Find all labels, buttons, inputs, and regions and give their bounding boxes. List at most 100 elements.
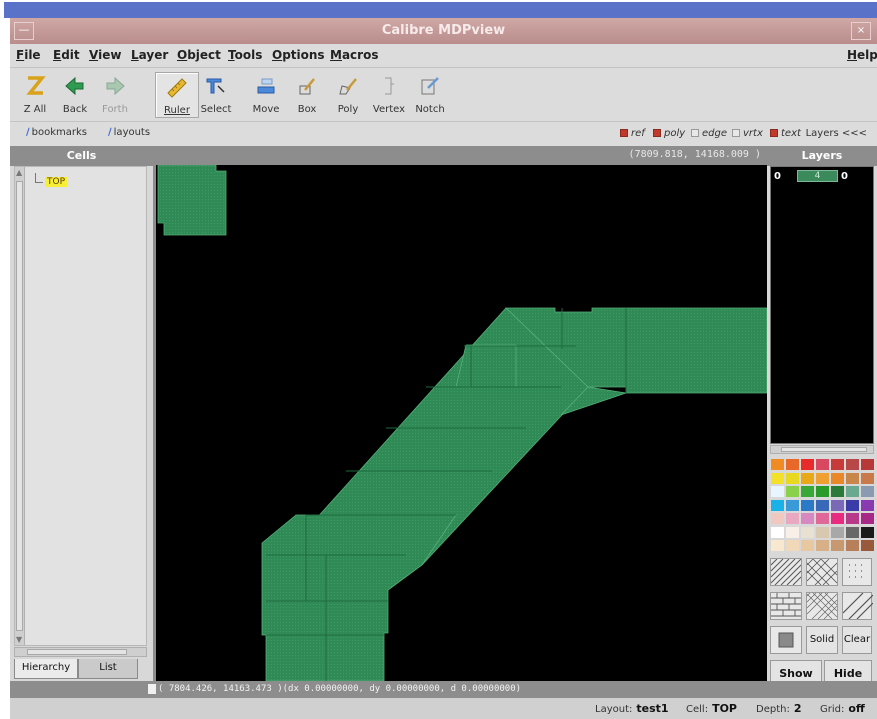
layers-horizontal-scrollbar[interactable] bbox=[770, 445, 874, 454]
palette-color-swatch[interactable] bbox=[830, 485, 845, 498]
palette-color-swatch[interactable] bbox=[815, 525, 830, 539]
filter-poly-toggle[interactable]: poly bbox=[653, 128, 685, 139]
palette-color-swatch[interactable] bbox=[800, 512, 815, 525]
palette-color-swatch[interactable] bbox=[860, 525, 875, 539]
fill-dots-button[interactable] bbox=[842, 558, 872, 586]
fill-solid-swatch-button[interactable] bbox=[770, 626, 802, 654]
solid-button[interactable]: Solid bbox=[806, 626, 838, 654]
menu-object[interactable]: Object bbox=[177, 48, 221, 62]
cell-hierarchy-tree[interactable]: ▲ ▼ TOP bbox=[14, 166, 147, 646]
filter-text-toggle[interactable]: text bbox=[770, 128, 801, 139]
menu-view[interactable]: View bbox=[89, 48, 121, 62]
palette-color-swatch[interactable] bbox=[845, 525, 860, 539]
back-button[interactable]: Back bbox=[53, 72, 97, 118]
window-close-button[interactable]: × bbox=[851, 22, 871, 40]
palette-color-swatch[interactable] bbox=[815, 458, 830, 471]
scroll-thumb[interactable] bbox=[781, 447, 867, 452]
palette-color-swatch[interactable] bbox=[815, 498, 830, 512]
palette-color-swatch[interactable] bbox=[845, 471, 860, 485]
palette-color-swatch[interactable] bbox=[800, 539, 815, 552]
clear-button[interactable]: Clear bbox=[842, 626, 872, 654]
palette-color-swatch[interactable] bbox=[815, 485, 830, 498]
menu-tools[interactable]: Tools bbox=[228, 48, 262, 62]
fill-diagonal-button[interactable] bbox=[770, 558, 802, 586]
palette-color-swatch[interactable] bbox=[770, 458, 785, 471]
palette-color-swatch[interactable] bbox=[770, 485, 785, 498]
palette-color-swatch[interactable] bbox=[845, 485, 860, 498]
scroll-thumb[interactable] bbox=[27, 649, 127, 655]
cells-vertical-scrollbar[interactable]: ▲ ▼ bbox=[15, 167, 25, 645]
forth-button[interactable]: Forth bbox=[93, 72, 137, 118]
palette-color-swatch[interactable] bbox=[785, 512, 800, 525]
bookmarks-link[interactable]: ∕ bookmarks bbox=[26, 127, 87, 138]
filter-edge-toggle[interactable]: edge bbox=[691, 128, 727, 139]
zoom-all-button[interactable]: Z All bbox=[13, 72, 57, 118]
palette-color-swatch[interactable] bbox=[800, 525, 815, 539]
palette-color-swatch[interactable] bbox=[845, 512, 860, 525]
tab-list[interactable]: List bbox=[78, 659, 138, 679]
fill-brick-button[interactable] bbox=[770, 592, 802, 620]
palette-color-swatch[interactable] bbox=[785, 471, 800, 485]
palette-color-swatch[interactable] bbox=[830, 525, 845, 539]
palette-color-swatch[interactable] bbox=[860, 485, 875, 498]
palette-color-swatch[interactable] bbox=[800, 485, 815, 498]
palette-color-swatch[interactable] bbox=[800, 498, 815, 512]
palette-color-swatch[interactable] bbox=[770, 525, 785, 539]
palette-color-swatch[interactable] bbox=[860, 539, 875, 552]
palette-color-swatch[interactable] bbox=[830, 498, 845, 512]
menu-layer[interactable]: Layer bbox=[131, 48, 168, 62]
palette-color-swatch[interactable] bbox=[770, 539, 785, 552]
scroll-down-icon[interactable]: ▼ bbox=[16, 635, 22, 644]
palette-color-swatch[interactable] bbox=[845, 498, 860, 512]
scroll-thumb[interactable] bbox=[16, 181, 23, 631]
filter-ref-toggle[interactable]: ref bbox=[620, 128, 645, 139]
palette-color-swatch[interactable] bbox=[860, 458, 875, 471]
palette-color-swatch[interactable] bbox=[770, 512, 785, 525]
box-button[interactable]: Box bbox=[285, 72, 329, 118]
move-button[interactable]: Move bbox=[244, 72, 288, 118]
palette-color-swatch[interactable] bbox=[860, 498, 875, 512]
layouts-link[interactable]: ∕ layouts bbox=[108, 127, 150, 138]
layer-0-swatch[interactable]: 4 bbox=[797, 170, 838, 182]
poly-button[interactable]: Poly bbox=[326, 72, 370, 118]
layers-collapse-toggle[interactable]: Layers <<< bbox=[806, 128, 867, 139]
select-button[interactable]: Select bbox=[194, 72, 238, 118]
layout-canvas[interactable] bbox=[156, 165, 767, 681]
palette-color-swatch[interactable] bbox=[830, 512, 845, 525]
palette-color-swatch[interactable] bbox=[830, 458, 845, 471]
menu-macros[interactable]: Macros bbox=[330, 48, 378, 62]
palette-color-swatch[interactable] bbox=[800, 458, 815, 471]
palette-color-swatch[interactable] bbox=[860, 512, 875, 525]
layers-list[interactable]: 0 4 0 bbox=[770, 166, 874, 444]
menu-options[interactable]: Options bbox=[272, 48, 325, 62]
vertex-button[interactable]: Vertex bbox=[367, 72, 411, 118]
palette-color-swatch[interactable] bbox=[770, 471, 785, 485]
palette-color-swatch[interactable] bbox=[815, 539, 830, 552]
palette-color-swatch[interactable] bbox=[830, 471, 845, 485]
palette-color-swatch[interactable] bbox=[845, 539, 860, 552]
palette-color-swatch[interactable] bbox=[845, 458, 860, 471]
scroll-up-icon[interactable]: ▲ bbox=[16, 168, 22, 177]
ruler-button[interactable]: Ruler bbox=[155, 72, 199, 118]
menu-edit[interactable]: Edit bbox=[53, 48, 80, 62]
filter-vrtx-toggle[interactable]: vrtx bbox=[732, 128, 763, 139]
fill-crosshatch-button[interactable] bbox=[806, 558, 838, 586]
palette-color-swatch[interactable] bbox=[785, 485, 800, 498]
menu-help[interactable]: Help bbox=[847, 48, 877, 62]
tab-hierarchy[interactable]: Hierarchy bbox=[14, 659, 78, 679]
palette-color-swatch[interactable] bbox=[860, 471, 875, 485]
notch-button[interactable]: Notch bbox=[408, 72, 452, 118]
palette-color-swatch[interactable] bbox=[815, 471, 830, 485]
fill-weave-button[interactable] bbox=[806, 592, 838, 620]
palette-color-swatch[interactable] bbox=[785, 498, 800, 512]
palette-color-swatch[interactable] bbox=[785, 525, 800, 539]
cells-horizontal-scrollbar[interactable] bbox=[14, 647, 147, 657]
palette-color-swatch[interactable] bbox=[785, 458, 800, 471]
palette-color-swatch[interactable] bbox=[800, 471, 815, 485]
palette-color-swatch[interactable] bbox=[815, 512, 830, 525]
menu-file[interactable]: File bbox=[16, 48, 41, 62]
palette-color-swatch[interactable] bbox=[785, 539, 800, 552]
palette-color-swatch[interactable] bbox=[770, 498, 785, 512]
tree-node-top[interactable]: TOP bbox=[45, 177, 68, 187]
palette-color-swatch[interactable] bbox=[830, 539, 845, 552]
